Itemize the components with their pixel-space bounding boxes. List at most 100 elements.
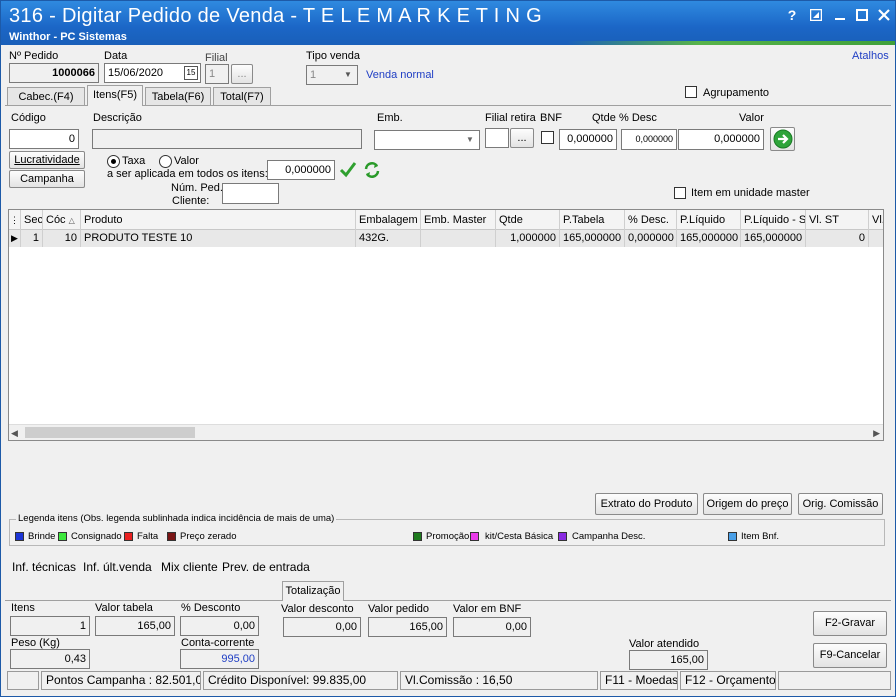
col-emb-master[interactable]: Emb. Master: [421, 210, 496, 230]
pedido-field: 1000066: [9, 63, 99, 83]
arrow-right-icon: [773, 129, 792, 149]
filial-retira-search-button[interactable]: ...: [510, 128, 534, 148]
col-desc[interactable]: % Desc.: [625, 210, 677, 230]
cell-p-liquido: 165,000000: [677, 230, 741, 247]
cell-p-liquido-s: 165,000000: [741, 230, 806, 247]
lucratividade-button[interactable]: Lucratividade: [9, 151, 85, 169]
col-vl[interactable]: Vl.: [869, 210, 883, 230]
close-icon[interactable]: [873, 6, 895, 24]
row-pointer-icon: ▶: [9, 230, 21, 247]
scroll-left-icon[interactable]: ◀: [11, 428, 18, 439]
legend-campanha: Campanha Desc.: [572, 531, 646, 542]
items-grid[interactable]: ⋮ Sec Cóc △ Produto Embalagem Emb. Maste…: [8, 209, 884, 441]
tipo-venda-select[interactable]: 1 ▼: [306, 65, 358, 85]
calendar-icon[interactable]: 15: [184, 66, 198, 80]
valor-pedido-label: Valor pedido: [368, 603, 429, 615]
gravar-button[interactable]: F2-Gravar: [813, 611, 887, 636]
maximize-icon[interactable]: [851, 6, 873, 24]
num-ped-label-1: Núm. Ped.: [171, 182, 223, 194]
bnf-checkbox[interactable]: [541, 131, 554, 144]
title-accent-bar: [567, 41, 895, 45]
status-moedas[interactable]: F11 - Moedas: [600, 671, 678, 690]
cell-embalagem: 432G.: [356, 230, 421, 247]
aplicada-input[interactable]: 0,000000: [267, 160, 335, 180]
mix-cliente-link[interactable]: Mix cliente: [161, 560, 218, 574]
edit-window-icon[interactable]: [805, 6, 827, 24]
col-p-liquido[interactable]: P.Líquido: [677, 210, 741, 230]
tab-itens[interactable]: Itens(F5): [87, 85, 143, 106]
num-ped-cliente-input[interactable]: [222, 183, 279, 204]
col-embalagem[interactable]: Embalagem: [356, 210, 421, 230]
cell-produto: PRODUTO TESTE 10: [81, 230, 356, 247]
col-vl-st[interactable]: Vl. ST: [806, 210, 869, 230]
valor-atendido-label: Valor atendido: [629, 638, 700, 650]
cell-desc: 0,000000: [625, 230, 677, 247]
cancelar-button[interactable]: F9-Cancelar: [813, 643, 887, 668]
scroll-thumb[interactable]: [25, 427, 195, 438]
col-qtde[interactable]: Qtde: [496, 210, 560, 230]
origem-preco-button[interactable]: Origem do preço: [703, 493, 792, 515]
valor-desconto-label: Valor desconto: [281, 603, 354, 615]
emb-select[interactable]: ▼: [374, 130, 480, 150]
chevron-down-icon[interactable]: ▼: [341, 68, 355, 82]
legend-promocao: Promoção: [426, 531, 470, 542]
status-comissao: Vl.Comissão : 16,50: [400, 671, 598, 690]
col-cod-label: Cóc: [46, 214, 66, 226]
filial-search-button[interactable]: ...: [231, 64, 253, 84]
campanha-button[interactable]: Campanha: [9, 170, 85, 188]
valor-bnf-field: 0,00: [453, 617, 531, 637]
agrupamento-checkbox[interactable]: [685, 86, 697, 98]
refresh-icon: [364, 162, 380, 178]
chevron-down-icon[interactable]: ▼: [463, 133, 477, 147]
col-p-tabela[interactable]: P.Tabela: [560, 210, 625, 230]
legend-kit: kit/Cesta Básica: [485, 531, 554, 542]
legend-preco-zerado: Preço zerado: [180, 531, 237, 542]
table-row[interactable]: ▶ 1 10 PRODUTO TESTE 10 432G. 1,000000 1…: [9, 230, 883, 247]
taxa-radio[interactable]: [107, 155, 120, 168]
col-cod[interactable]: Cóc △: [43, 210, 81, 230]
emb-label: Emb.: [377, 112, 403, 124]
extrato-produto-button[interactable]: Extrato do Produto: [595, 493, 698, 515]
help-button[interactable]: ?: [781, 6, 803, 24]
bnf-label: BNF: [540, 112, 562, 124]
status-credito: Crédito Disponível: 99.835,00: [203, 671, 398, 690]
status-orcamento[interactable]: F12 - Orçamento: [680, 671, 776, 690]
tab-totalizacao[interactable]: Totalização: [282, 581, 344, 601]
qtde-input[interactable]: 0,000000: [559, 129, 617, 150]
orig-comissao-button[interactable]: Orig. Comissão: [798, 493, 883, 515]
inf-ult-venda-link[interactable]: Inf. últ.venda: [83, 560, 152, 574]
checkmark-icon: [339, 162, 357, 178]
peso-field: 0,43: [10, 649, 90, 669]
data-field[interactable]: 15/06/2020 15: [104, 63, 201, 83]
valor-radio[interactable]: [159, 155, 172, 168]
codigo-input[interactable]: 0: [9, 129, 79, 149]
add-item-button[interactable]: [770, 127, 795, 151]
tab-total[interactable]: Total(F7): [213, 87, 271, 106]
horizontal-scrollbar[interactable]: ◀ ▶: [9, 424, 883, 440]
tab-tabela[interactable]: Tabela(F6): [145, 87, 211, 106]
apply-check-button[interactable]: [338, 160, 358, 180]
col-produto[interactable]: Produto: [81, 210, 356, 230]
cell-emb-master: [421, 230, 496, 247]
refresh-button[interactable]: [361, 160, 383, 180]
descricao-input[interactable]: [92, 129, 362, 149]
valor-input[interactable]: 0,000000: [678, 129, 764, 150]
col-p-liquido-s[interactable]: P.Líquido - S: [741, 210, 806, 230]
filial-retira-input[interactable]: [485, 128, 509, 148]
tab-cabec[interactable]: Cabec.(F4): [7, 87, 85, 106]
filial-field[interactable]: 1: [205, 64, 229, 84]
scroll-right-icon[interactable]: ▶: [873, 428, 880, 439]
atalhos-link[interactable]: Atalhos: [852, 50, 889, 62]
window-subtitle: Winthor - PC Sistemas: [9, 31, 127, 43]
minimize-icon[interactable]: [829, 6, 851, 24]
prev-entrada-link[interactable]: Prev. de entrada: [222, 560, 310, 574]
conta-corrente-field: 995,00: [180, 649, 259, 669]
desc-input[interactable]: 0,000000: [621, 129, 677, 150]
codigo-label: Código: [11, 112, 46, 124]
pct-desconto-field: 0,00: [180, 616, 259, 636]
totalizacao-divider: [5, 600, 891, 601]
item-master-checkbox[interactable]: [674, 187, 686, 199]
col-sec[interactable]: Sec: [21, 210, 43, 230]
inf-tecnicas-link[interactable]: Inf. técnicas: [12, 560, 76, 574]
grid-menu-icon[interactable]: ⋮: [9, 210, 21, 230]
